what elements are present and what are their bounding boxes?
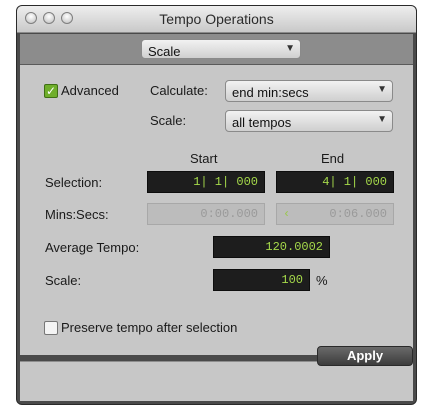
scale-percent-field[interactable]: 100 [213,269,310,291]
mins-secs-label: Mins:Secs: [45,207,109,222]
operation-selector-bar: Scale ▼ [20,34,413,65]
preserve-tempo-label: Preserve tempo after selection [61,320,238,335]
calculate-label: Calculate: [150,83,208,98]
dialog-footer [20,361,413,401]
advanced-label: Advanced [61,83,119,98]
end-marker-glyph: ‹ [283,207,291,221]
chevron-down-icon: ▼ [377,114,387,125]
settings-panel: ✓ Advanced Calculate: end min:secs ▼ Sca… [20,65,413,355]
end-column-header: End [321,151,345,166]
selection-end-field[interactable]: 4| 1| 000 [276,171,394,193]
mins-secs-end-value: 0:06.000 [329,207,387,221]
apply-button[interactable]: Apply [317,346,413,366]
chevron-down-icon: ▼ [377,84,387,95]
operation-dropdown[interactable]: Scale ▼ [141,39,301,59]
scale-mode-dropdown-value: all tempos [232,115,292,130]
chevron-down-icon: ▼ [285,43,295,54]
mins-secs-start-field: 0:00.000 [147,203,265,225]
title-bar: Tempo Operations [17,6,416,33]
mins-secs-end-field: ‹ 0:06.000 [276,203,394,225]
operation-dropdown-label: Scale [148,44,181,59]
advanced-checkbox[interactable]: ✓ [44,84,58,98]
checkmark-icon: ✓ [45,84,57,98]
selection-label: Selection: [45,175,103,190]
scale-percent-unit: % [316,273,328,288]
average-tempo-field[interactable]: 120.0002 [213,236,330,258]
calculate-dropdown-value: end min:secs [232,85,309,100]
calculate-dropdown[interactable]: end min:secs ▼ [225,80,393,102]
average-tempo-label: Average Tempo: [45,240,140,255]
scale-label: Scale: [45,273,82,288]
window-title: Tempo Operations [159,11,274,27]
preserve-tempo-checkbox[interactable] [44,321,58,335]
scale-mode-dropdown[interactable]: all tempos ▼ [225,110,393,132]
start-column-header: Start [190,151,218,166]
tempo-operations-window: Tempo Operations Scale ▼ ✓ Advanced Calc… [17,6,416,404]
scale-mode-label: Scale: [150,113,187,128]
selection-start-field[interactable]: 1| 1| 000 [147,171,265,193]
